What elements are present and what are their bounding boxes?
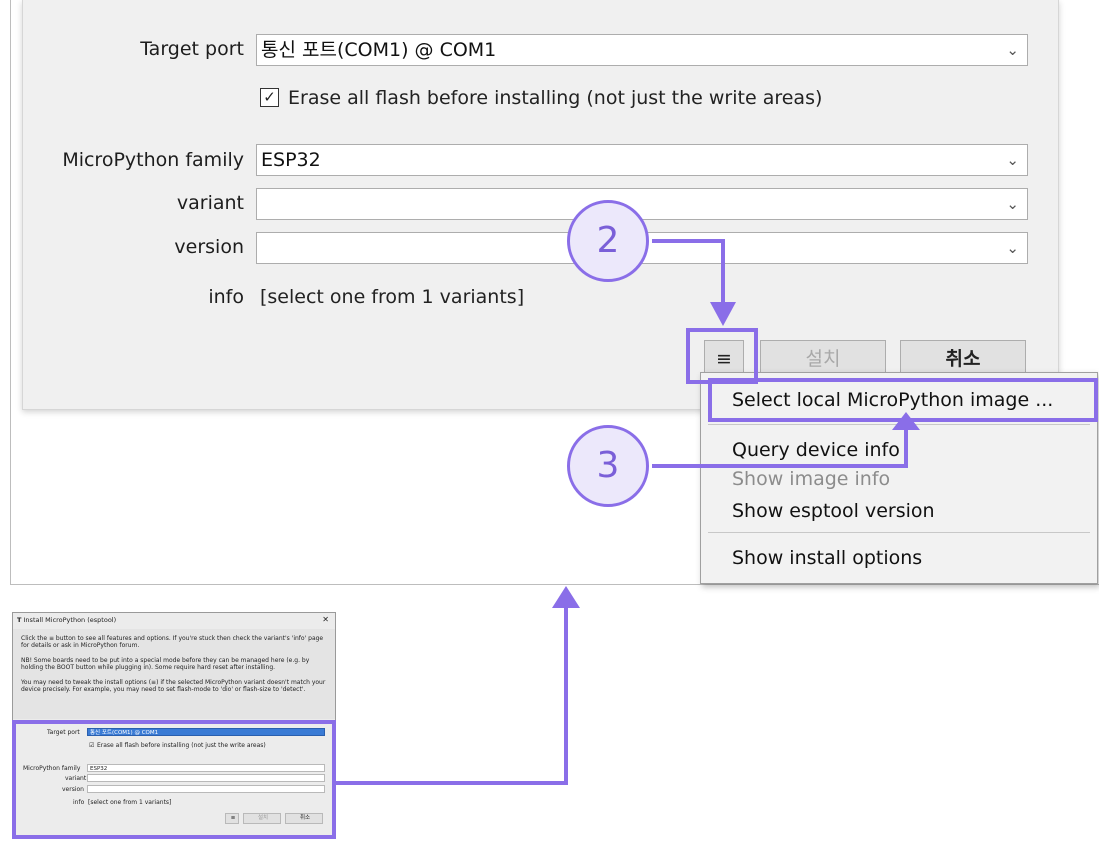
thumbnail-family-select[interactable]: ESP32	[87, 764, 325, 772]
arrow-head-step3	[892, 412, 920, 430]
thumbnail-family-label: MicroPython family	[23, 765, 81, 772]
thumbnail-title-bar: T Install MicroPython (esptool)	[17, 616, 116, 624]
thumbnail-para1: Click the ≡ button to see all features a…	[21, 635, 324, 649]
thumbnail-erase-checkbox[interactable]: ☑	[89, 742, 94, 749]
thumbnail-info-label: info	[73, 799, 85, 806]
thumbnail-variant-select[interactable]	[87, 774, 325, 782]
step-3-callout: 3	[567, 425, 649, 507]
thumbnail-version-select[interactable]	[87, 785, 325, 793]
arrow-step3	[652, 425, 908, 468]
arrow-step2	[652, 239, 725, 308]
thumbnail-info-link[interactable]: [select one from 1 variants]	[88, 799, 171, 806]
thumbnail-target-port-label: Target port	[47, 729, 80, 736]
arrow-head-step2	[710, 302, 736, 326]
thumbnail-target-port-select[interactable]: 통신 포트(COM1) @ COM1	[87, 728, 325, 736]
thumbnail-para2: NB! Some boards need to be put into a sp…	[21, 657, 310, 671]
app-icon: T	[17, 616, 22, 624]
thumbnail-install-button[interactable]: 설치	[243, 813, 281, 824]
close-icon[interactable]: ✕	[322, 615, 329, 624]
thumbnail-para3: You may need to tweak the install option…	[21, 679, 326, 693]
thumbnail-cancel-button[interactable]: 취소	[285, 813, 323, 824]
arrow-mini-to-zoom	[336, 606, 568, 785]
thumbnail-version-label: version	[62, 786, 84, 793]
thumbnail-variant-label: variant	[65, 775, 87, 782]
step-2-callout: 2	[567, 200, 649, 282]
thumbnail-menu-button[interactable]: ≡	[225, 813, 239, 824]
thumbnail-erase-label: Erase all flash before installing (not j…	[97, 742, 266, 749]
arrow-head-mini	[552, 586, 580, 608]
install-dialog-thumbnail: T Install MicroPython (esptool) ✕ Click …	[12, 612, 336, 839]
thumbnail-title: Install MicroPython (esptool)	[23, 616, 117, 624]
